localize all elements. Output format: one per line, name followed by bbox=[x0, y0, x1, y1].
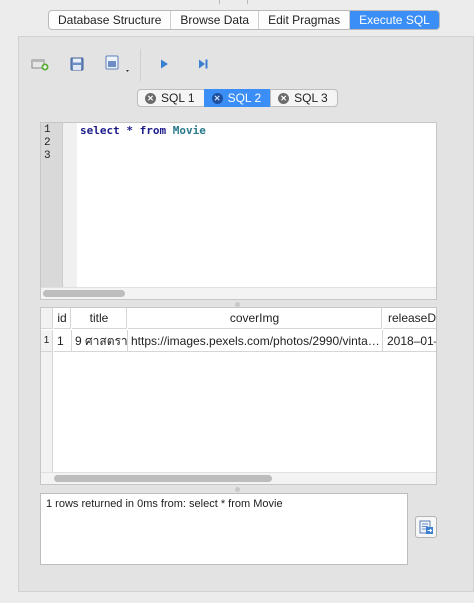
sql-identifier: Movie bbox=[166, 124, 206, 137]
results-grid[interactable]: id title coverImg releaseDa 1 1 9 ศาสตรา… bbox=[40, 307, 437, 485]
query-result-message: 1 rows returned in 0ms from: select * fr… bbox=[40, 493, 408, 565]
editor-horizontal-scrollbar[interactable] bbox=[41, 287, 436, 299]
tab-execute-sql[interactable]: Execute SQL bbox=[350, 11, 439, 29]
column-header-title[interactable]: title bbox=[72, 308, 127, 329]
row-header-column bbox=[41, 352, 53, 474]
sql-tab-bar: ✕ SQL 1 ✕ SQL 2 ✕ SQL 3 bbox=[137, 89, 338, 107]
export-icon bbox=[419, 520, 433, 534]
tab-browse-data[interactable]: Browse Data bbox=[171, 11, 260, 29]
row-number[interactable]: 1 bbox=[41, 330, 53, 352]
line-number: 2 bbox=[44, 137, 51, 149]
execute-sql-panel: ✕ SQL 1 ✕ SQL 2 ✕ SQL 3 1 2 3 select * f… bbox=[18, 36, 474, 592]
line-number: 3 bbox=[44, 150, 51, 162]
line-number-gutter: 1 2 3 bbox=[41, 123, 63, 287]
table-cell-title[interactable]: 9 ศาสตรา bbox=[72, 330, 128, 352]
execute-all-icon bbox=[161, 59, 168, 69]
window-top-edge bbox=[0, 0, 474, 6]
column-header-id[interactable]: id bbox=[54, 308, 71, 329]
open-tab-button[interactable] bbox=[27, 51, 53, 77]
close-tab-icon[interactable]: ✕ bbox=[278, 92, 290, 104]
save-menu-icon bbox=[105, 55, 129, 72]
execute-line-icon bbox=[199, 59, 208, 69]
row-header-corner bbox=[41, 308, 53, 329]
fold-margin bbox=[63, 123, 77, 287]
tab-edit-pragmas[interactable]: Edit Pragmas bbox=[259, 11, 351, 29]
table-cell-coverimg[interactable]: https://images.pexels.com/photos/2990/vi… bbox=[128, 330, 383, 352]
export-results-button[interactable] bbox=[415, 516, 437, 538]
tab-database-structure[interactable]: Database Structure bbox=[49, 11, 172, 29]
execute-line-button[interactable] bbox=[190, 51, 216, 77]
sql-tab-label: SQL 2 bbox=[227, 91, 262, 105]
save-menu-button[interactable] bbox=[101, 51, 133, 77]
close-tab-icon[interactable]: ✕ bbox=[145, 92, 156, 104]
execute-all-button[interactable] bbox=[151, 51, 177, 77]
main-tab-bar: Database Structure Browse Data Edit Prag… bbox=[48, 10, 440, 30]
toolbar-separator bbox=[140, 49, 141, 81]
sql-keyword: select bbox=[80, 124, 120, 137]
scrollbar-thumb[interactable] bbox=[43, 290, 125, 297]
sql-tab-2[interactable]: ✕ SQL 2 bbox=[203, 89, 271, 107]
column-header-coverimg[interactable]: coverImg bbox=[128, 308, 382, 329]
table-cell-id[interactable]: 1 bbox=[54, 330, 72, 352]
sql-tab-label: SQL 3 bbox=[294, 91, 328, 105]
table-cell-releasedate[interactable]: 2018–01–0 bbox=[383, 330, 436, 352]
sql-operator: * bbox=[119, 124, 140, 137]
open-tab-icon bbox=[31, 59, 49, 71]
sql-editor[interactable]: 1 2 3 select * from Movie bbox=[40, 122, 437, 300]
close-tab-icon[interactable]: ✕ bbox=[211, 92, 223, 104]
results-message-splitter[interactable] bbox=[235, 487, 240, 492]
save-icon bbox=[70, 57, 84, 71]
results-horizontal-scrollbar[interactable] bbox=[41, 472, 436, 484]
sql-code-line[interactable]: select * from Movie bbox=[80, 124, 206, 137]
sql-keyword: from bbox=[139, 124, 167, 137]
sql-toolbar bbox=[19, 43, 474, 85]
save-button[interactable] bbox=[64, 51, 90, 77]
column-header-releasedate[interactable]: releaseDa bbox=[383, 308, 436, 329]
sql-tab-1[interactable]: ✕ SQL 1 bbox=[137, 89, 204, 107]
scrollbar-thumb[interactable] bbox=[54, 475, 272, 482]
sql-tab-label: SQL 1 bbox=[161, 91, 195, 105]
line-number: 1 bbox=[44, 124, 51, 136]
sql-tab-3[interactable]: ✕ SQL 3 bbox=[270, 89, 338, 107]
